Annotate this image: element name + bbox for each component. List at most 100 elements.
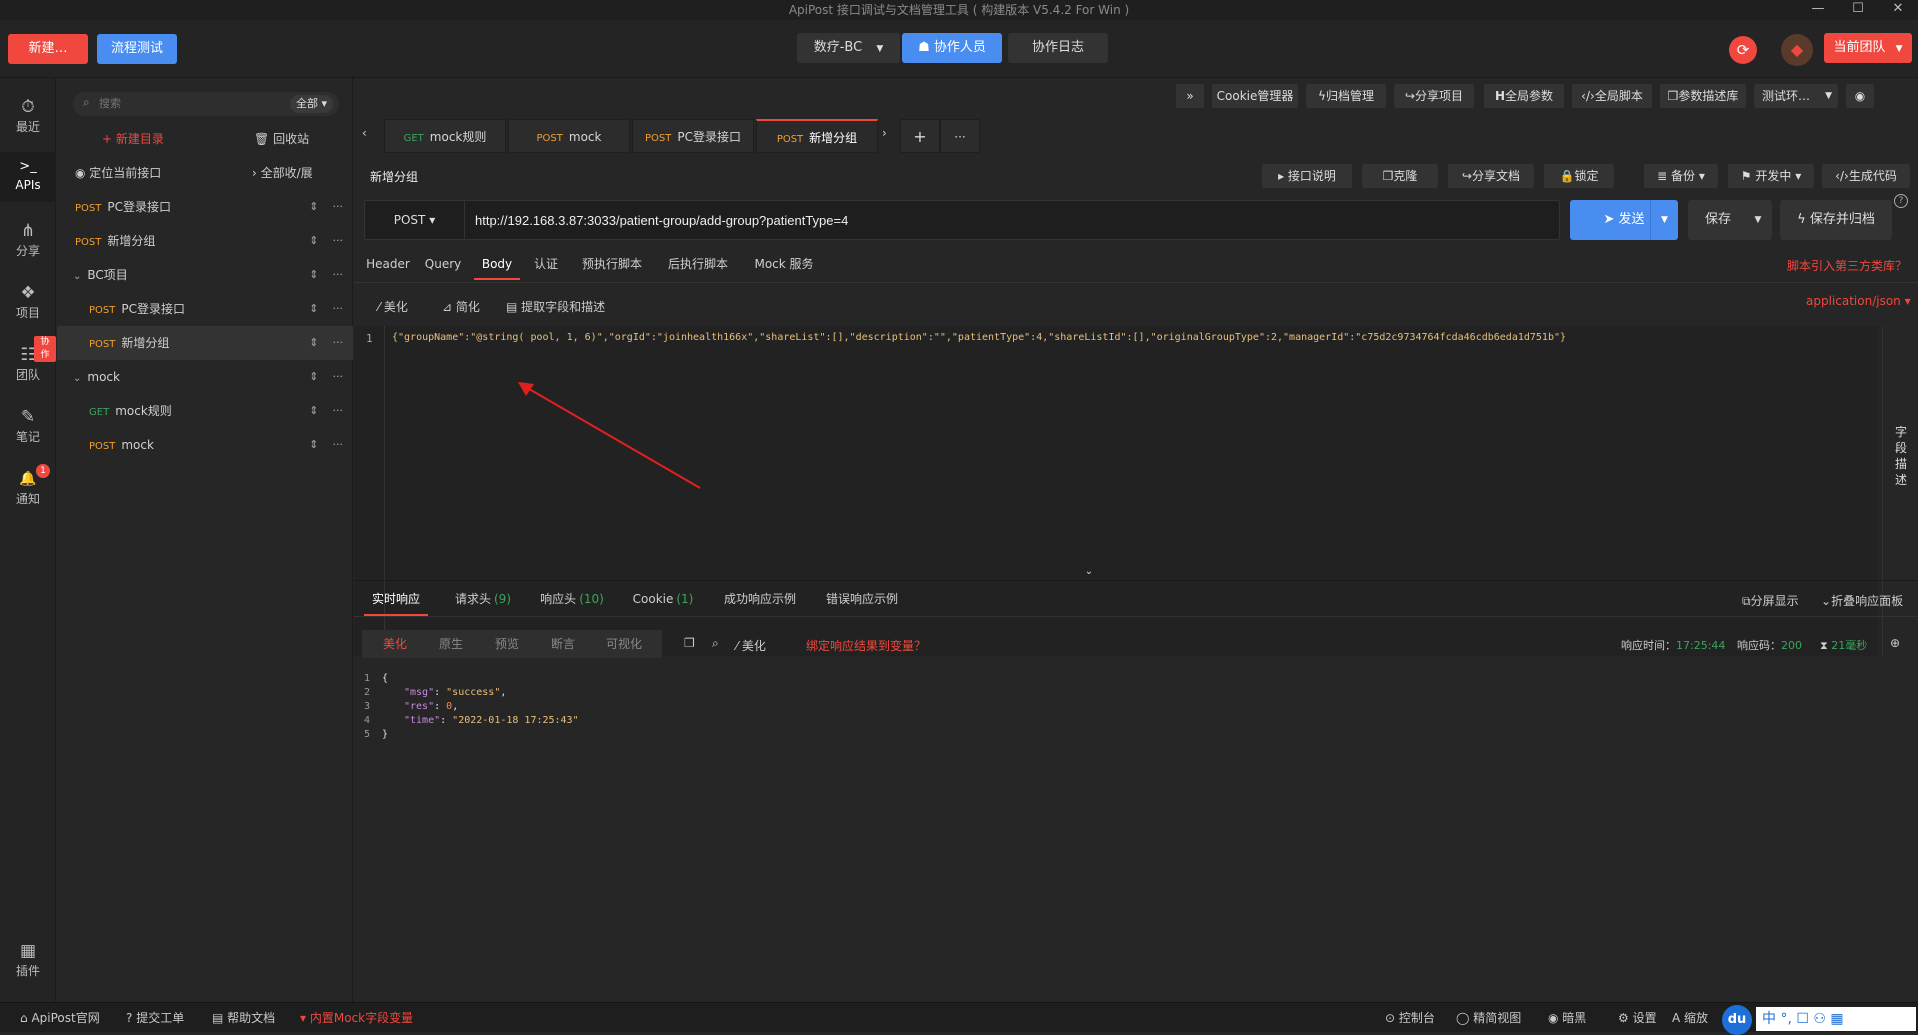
simplify-button[interactable]: ⊿ 简化 <box>442 298 480 315</box>
collapse-editor-icon[interactable]: ⌄ <box>1064 564 1114 580</box>
help-icon[interactable]: ? <box>1894 194 1908 208</box>
backup-button[interactable]: ≣ 备份 ▾ <box>1644 164 1718 188</box>
filter-select[interactable]: 全部 ▾ <box>289 95 333 113</box>
tab-next-arrow-icon[interactable]: › <box>882 126 887 140</box>
response-beautify-button[interactable]: ⁄ 美化 <box>736 637 766 654</box>
row-actions[interactable]: ⇕ ··· <box>309 394 343 428</box>
tab-add-group[interactable]: POST 新增分组 <box>756 119 878 153</box>
collaborators-button[interactable]: ☗ 协作人员 <box>902 33 1002 63</box>
method-select[interactable]: POST ▾ <box>365 201 465 239</box>
tree-item[interactable]: GET mock规则 ⇕ ··· <box>57 394 353 428</box>
project-select[interactable]: 数疗-BC ▼ <box>797 33 900 63</box>
tree-item[interactable]: POST 新增分组 ⇕ ··· <box>57 326 353 360</box>
response-tab[interactable]: 成功响应示例 <box>720 582 800 616</box>
view-mode-beautify[interactable]: 美化 <box>370 630 420 658</box>
add-tab-button[interactable]: + <box>900 119 940 153</box>
dark-mode-toggle[interactable]: ◉ 暗黑 <box>1548 1003 1586 1033</box>
clone-button[interactable]: ❐克隆 <box>1362 164 1438 188</box>
split-view-button[interactable]: ⧉分屏显示 <box>1742 592 1799 609</box>
nav-apis[interactable]: >_ APIs <box>0 152 56 202</box>
extract-fields-button[interactable]: ▤ 提取字段和描述 <box>506 298 605 315</box>
row-actions[interactable]: ⇕ ··· <box>309 428 343 462</box>
tree-item[interactable]: POST PC登录接口 ⇕ ··· <box>57 292 353 326</box>
global-script-button[interactable]: ‹/›全局脚本 <box>1572 84 1652 108</box>
zoom-button[interactable]: A 缩放 <box>1672 1003 1708 1033</box>
content-type-select[interactable]: application/json ▾ <box>1806 294 1911 308</box>
console-button[interactable]: ⊙ 控制台 <box>1385 1003 1435 1033</box>
settings-button[interactable]: ⚙ 设置 <box>1618 1003 1657 1033</box>
url-input[interactable] <box>475 209 1535 231</box>
tab-menu-button[interactable]: ··· <box>940 119 980 153</box>
save-archive-button[interactable]: ϟ 保存并归档 <box>1780 200 1892 240</box>
cookie-manager-button[interactable]: Cookie管理器 <box>1212 84 1298 108</box>
send-dropdown-icon[interactable]: ▼ <box>1650 200 1678 240</box>
row-actions[interactable]: ⇕ ··· <box>309 224 343 258</box>
ime-toolbar[interactable]: 中 °, ☐ ⚇ ▦ <box>1756 1007 1916 1031</box>
view-mode-raw[interactable]: 原生 <box>426 630 476 658</box>
nav-plugins[interactable]: ▦ 插件 <box>0 940 56 979</box>
response-tab[interactable]: 请求头 (9) <box>450 582 516 616</box>
view-mode-preview[interactable]: 预览 <box>482 630 532 658</box>
tab-mock-service[interactable]: Mock 服务 <box>744 248 824 280</box>
nav-recent[interactable]: ⏱ 最近 <box>0 96 56 135</box>
submit-ticket-link[interactable]: ? 提交工单 <box>126 1003 184 1033</box>
tab-auth[interactable]: 认证 <box>526 248 566 280</box>
bind-variable-link[interactable]: 绑定响应结果到变量？ <box>806 637 926 654</box>
send-button[interactable]: ➤ 发送 ▼ <box>1570 200 1678 240</box>
nav-share[interactable]: ⋔ 分享 <box>0 220 56 259</box>
new-directory-button[interactable]: + 新建目录 <box>102 130 164 147</box>
compact-view-toggle[interactable]: ◯ 精简视图 <box>1456 1003 1521 1033</box>
minimize-button[interactable]: — <box>1798 0 1838 20</box>
response-tab[interactable]: 实时响应 <box>364 582 428 616</box>
maximize-button[interactable]: ☐ <box>1838 0 1878 20</box>
recycle-bin-button[interactable]: 🗑 回收站 <box>254 130 309 147</box>
share-doc-button[interactable]: ↪分享文档 <box>1448 164 1534 188</box>
nav-team[interactable]: ☷ 团队 协作 <box>0 336 56 383</box>
tree-item[interactable]: POST PC登录接口 ⇕ ··· <box>57 190 353 224</box>
status-select[interactable]: ⚑ 开发中 ▾ <box>1728 164 1814 188</box>
third-party-lib-link[interactable]: 脚本引入第三方类库？ <box>1787 257 1907 274</box>
copy-icon[interactable]: ❐ <box>684 636 695 650</box>
env-select[interactable]: 测试环… ▼ <box>1754 84 1838 108</box>
ime-logo-icon[interactable]: du <box>1722 1005 1752 1035</box>
help-docs-link[interactable]: ▤ 帮助文档 <box>212 1003 275 1033</box>
view-mode-visual[interactable]: 可视化 <box>594 630 654 658</box>
fold-response-button[interactable]: ⌄折叠响应面板 <box>1821 592 1903 609</box>
view-mode-assert[interactable]: 断言 <box>538 630 588 658</box>
official-site-link[interactable]: ⌂ ApiPost官网 <box>20 1003 100 1033</box>
close-window-button[interactable]: ✕ <box>1878 0 1918 20</box>
nav-notify[interactable]: 🔔 通知 1 <box>0 464 56 507</box>
tree-folder[interactable]: ⌄ BC项目 ⇕ ··· <box>57 258 353 292</box>
new-button[interactable]: 新建… <box>8 34 88 64</box>
generate-code-button[interactable]: ‹/›生成代码 <box>1822 164 1910 188</box>
response-tab[interactable]: 响应头 (10) <box>538 582 606 616</box>
api-doc-button[interactable]: ▸ 接口说明 <box>1262 164 1352 188</box>
row-actions[interactable]: ⇕ ··· <box>309 326 343 360</box>
search-icon[interactable]: ⌕ <box>712 636 719 651</box>
tab-query[interactable]: Query <box>418 248 468 280</box>
eye-icon[interactable]: ◉ <box>1846 84 1874 108</box>
sync-icon[interactable]: ⟳ <box>1729 36 1757 64</box>
locate-current-button[interactable]: ◉ 定位当前接口 <box>75 164 161 181</box>
save-button[interactable]: 保存 ▼ <box>1688 200 1772 240</box>
row-actions[interactable]: ⇕ ··· <box>309 360 343 394</box>
tab-post-script[interactable]: 后执行脚本 <box>658 248 738 280</box>
tab-header[interactable]: Header <box>364 248 412 280</box>
tab-pre-script[interactable]: 预执行脚本 <box>572 248 652 280</box>
response-tab[interactable]: Cookie (1) <box>628 582 698 616</box>
collab-log-button[interactable]: 协作日志 <box>1008 33 1108 63</box>
flow-test-button[interactable]: 流程测试 <box>97 34 177 64</box>
lock-button[interactable]: 🔒锁定 <box>1544 164 1614 188</box>
search-input[interactable] <box>99 94 259 114</box>
response-tab[interactable]: 错误响应示例 <box>822 582 902 616</box>
row-actions[interactable]: ⇕ ··· <box>309 258 343 292</box>
tab-body[interactable]: Body <box>474 248 520 280</box>
avatar[interactable]: ◆ <box>1781 34 1813 66</box>
global-params-button[interactable]: H全局参数 <box>1484 84 1564 108</box>
save-dropdown-icon[interactable]: ▼ <box>1744 200 1772 240</box>
nav-notes[interactable]: ✎ 笔记 <box>0 406 56 445</box>
row-actions[interactable]: ⇕ ··· <box>309 190 343 224</box>
tree-folder[interactable]: ⌄ mock ⇕ ··· <box>57 360 353 394</box>
tree-item[interactable]: POST mock ⇕ ··· <box>57 428 353 462</box>
tab-prev-arrow-icon[interactable]: ‹ <box>362 126 367 140</box>
